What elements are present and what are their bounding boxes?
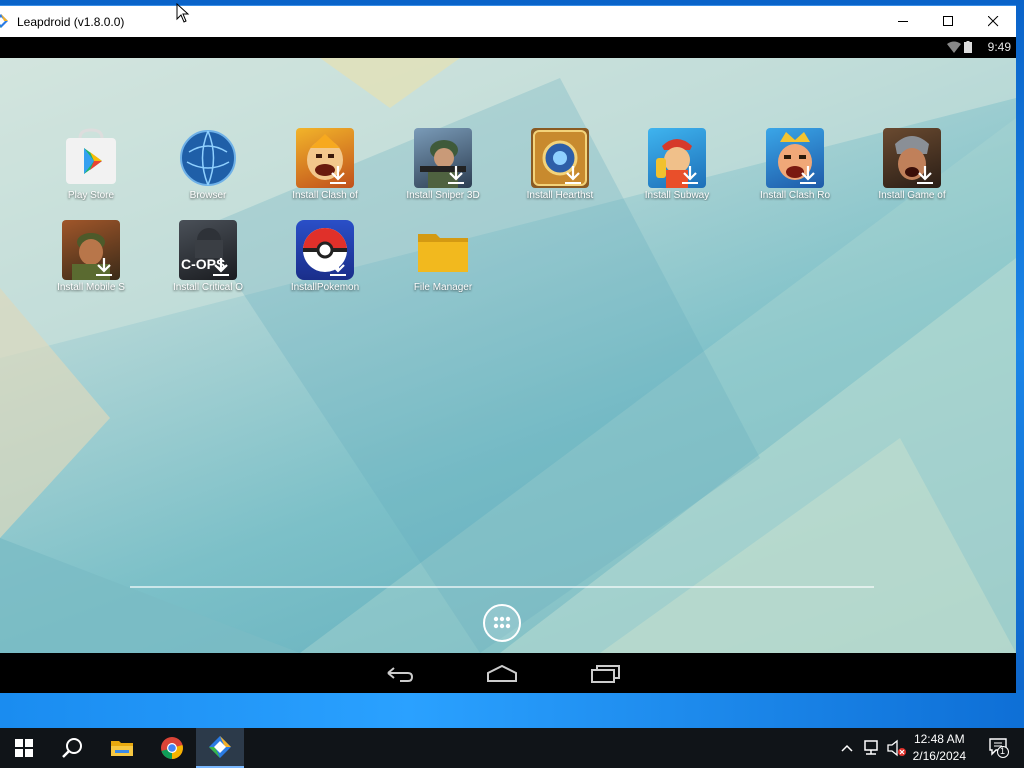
window-title: Leapdroid (v1.8.0.0): [17, 15, 125, 29]
leapdroid-window[interactable]: Leapdroid (v1.8.0.0) 9:49 Play Store Bro…: [0, 5, 1016, 693]
show-hidden-icons-button[interactable]: [838, 728, 856, 768]
volume-muted-icon: [887, 739, 906, 757]
app-pokemon-go[interactable]: InstallPokemon: [270, 220, 380, 293]
hearthstone-icon: [531, 128, 589, 188]
action-center-button[interactable]: 1: [988, 736, 1010, 758]
taskbar-file-explorer[interactable]: [98, 728, 146, 768]
app-label: Install Game of: [878, 190, 946, 201]
windows-logo-icon: [15, 739, 33, 757]
clash-royale-icon: [766, 128, 824, 188]
recent-apps-button[interactable]: [586, 661, 626, 687]
chrome-icon: [161, 737, 183, 759]
home-icon: [487, 664, 517, 682]
leapdroid-icon: [209, 736, 231, 758]
download-icon: [330, 258, 346, 276]
app-label: Install Sniper 3D: [406, 190, 480, 201]
maximize-button[interactable]: [925, 6, 971, 37]
mouse-cursor-icon: [176, 3, 190, 23]
minimize-icon: [897, 21, 908, 22]
app-label: Play Store: [67, 190, 115, 201]
app-label: Browser: [189, 190, 227, 201]
app-critical-ops[interactable]: C-OPS Install Critical O: [153, 220, 263, 293]
clock-date: 2/16/2024: [912, 749, 966, 763]
windows-taskbar: 12:48 AM 2/16/2024 1: [0, 728, 1024, 768]
maximize-icon: [942, 16, 953, 26]
app-sniper-3d[interactable]: Install Sniper 3D: [388, 128, 498, 201]
notification-icon: [989, 738, 1009, 758]
close-icon: [987, 16, 998, 27]
download-icon: [448, 166, 464, 184]
app-clash-of-clans[interactable]: Install Clash of: [270, 128, 380, 201]
download-icon: [682, 166, 698, 184]
app-mobile-strike[interactable]: Install Mobile S: [36, 220, 146, 293]
volume-button[interactable]: [884, 728, 908, 768]
search-icon: [62, 738, 82, 758]
app-hearthstone[interactable]: Install Hearthst: [505, 128, 615, 201]
folder-icon: [414, 220, 472, 280]
wifi-icon: [947, 41, 961, 53]
app-file-manager[interactable]: File Manager: [388, 220, 498, 293]
play-store-icon: [62, 128, 120, 188]
download-icon: [917, 166, 933, 184]
home-button[interactable]: [482, 661, 522, 687]
start-button[interactable]: [0, 728, 48, 768]
notification-count: 1: [1000, 746, 1006, 756]
app-drawer-icon: [493, 616, 511, 629]
battery-icon: [964, 41, 972, 53]
chevron-up-icon: [841, 744, 853, 752]
file-explorer-icon: [111, 741, 133, 756]
download-icon: [565, 166, 581, 184]
app-label: Install Clash Ro: [759, 190, 831, 201]
app-label: InstallPokemon: [290, 282, 360, 293]
app-label: Install Mobile S: [57, 282, 125, 293]
subway-surfers-icon: [648, 128, 706, 188]
clock-time: 12:48 AM: [913, 732, 965, 746]
close-button[interactable]: [970, 6, 1016, 37]
title-bar[interactable]: Leapdroid (v1.8.0.0): [0, 6, 1016, 37]
desktop-background: [0, 690, 1024, 730]
app-label: Install Critical O: [172, 282, 243, 293]
all-apps-button[interactable]: [483, 604, 521, 642]
app-label: File Manager: [413, 282, 473, 293]
taskbar-chrome[interactable]: [148, 728, 196, 768]
minimize-button[interactable]: [880, 6, 926, 37]
game-of-war-icon: [883, 128, 941, 188]
browser-icon: [179, 128, 237, 188]
pokemon-go-icon: [296, 220, 354, 280]
app-label: Install Hearthst: [526, 190, 594, 201]
back-button[interactable]: [380, 661, 420, 687]
sniper-3d-icon: [414, 128, 472, 188]
app-label: Install Clash of: [292, 190, 358, 201]
app-game-of-war[interactable]: Install Game of: [857, 128, 967, 201]
critical-ops-icon: C-OPS: [179, 220, 237, 280]
back-icon: [387, 667, 414, 682]
network-button[interactable]: [860, 728, 882, 768]
download-icon: [213, 258, 229, 276]
taskbar-leapdroid[interactable]: [196, 728, 244, 768]
taskbar-clock[interactable]: 12:48 AM 2/16/2024: [913, 731, 966, 765]
network-icon: [864, 740, 878, 755]
app-play-store[interactable]: Play Store: [36, 128, 146, 201]
android-status-bar: 9:49: [0, 37, 1016, 58]
app-clash-royale[interactable]: Install Clash Ro: [740, 128, 850, 201]
app-subway-surfers[interactable]: Install Subway: [622, 128, 732, 201]
app-browser[interactable]: Browser: [153, 128, 263, 201]
status-time: 9:49: [987, 40, 1011, 54]
download-icon: [96, 258, 112, 276]
android-screen[interactable]: 9:49 Play Store Browser Install Clash of…: [0, 37, 1016, 693]
leapdroid-logo-icon: [0, 14, 8, 28]
recent-apps-icon: [591, 665, 620, 683]
mobile-strike-icon: [62, 220, 120, 280]
clash-of-clans-icon: [296, 128, 354, 188]
android-nav-bar: [0, 653, 1016, 693]
app-label: Install Subway: [644, 190, 710, 201]
dock-divider: [130, 586, 874, 588]
download-icon: [330, 166, 346, 184]
download-icon: [800, 166, 816, 184]
search-button[interactable]: [48, 728, 96, 768]
